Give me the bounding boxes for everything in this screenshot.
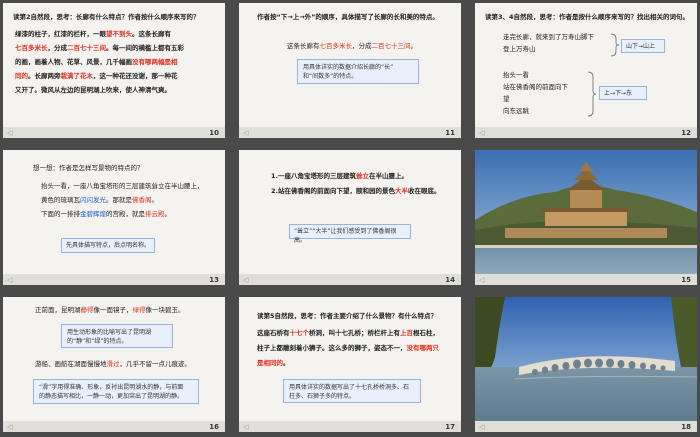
paragraph-line: 这座石桥有十七个桥洞，叫十七孔桥；桥栏杆上有上百根石柱， — [257, 329, 439, 337]
text-line: 抬头一看 — [503, 71, 529, 79]
speaker-icon: ◁ — [479, 423, 485, 431]
slide-number: 18 — [681, 423, 691, 431]
paragraph-line: 同的。长廊两旁栽满了花木，这一种花还没谢，那一种花 — [15, 72, 178, 80]
paragraph-line: 又开了。微风从左边的昆明湖上吹来，使人神清气爽。 — [15, 86, 171, 94]
paragraph-line: 黄色的琉璃瓦闪闪发光。那就是佛香阁。 — [41, 196, 158, 204]
paragraph-line: 的画，画着人物、花草、风景，几千幅画没有哪两幅是相 — [15, 58, 178, 66]
explanation-box: 用生动形象的比喻写出了昆明湖 的“静”和“绿”的特点。 — [61, 324, 173, 348]
answer-box: 山下→山上 — [621, 39, 665, 53]
slide-footer — [3, 274, 225, 285]
slide-number: 15 — [681, 276, 691, 284]
slide-footer — [475, 127, 697, 138]
text-line: 登上万寿山 — [503, 45, 536, 53]
slide-number: 10 — [209, 129, 219, 137]
text-line: 走完长廊，就来到了万寿山脚下 — [503, 33, 594, 41]
bracket-icon — [587, 71, 597, 117]
slide-footer — [239, 274, 461, 285]
text-line: 望 — [503, 95, 510, 103]
paragraph-line: 抬头一看，一座八角宝塔形的三层建筑耸立在半山腰上， — [41, 182, 204, 190]
slide-number: 14 — [445, 276, 455, 284]
paragraph-line: 是相同的。 — [257, 359, 290, 367]
slide-footer — [475, 274, 697, 285]
slide-title: 作者按“下→上→外”的顺序，具体描写了长廊的长和美的特点。 — [257, 13, 439, 21]
speaker-icon: ◁ — [479, 276, 485, 284]
slide-title: 读第2自然段，思考：长廊有什么特点？作者按什么顺序来写的？ — [13, 13, 200, 21]
text-line: 向东远眺 — [503, 107, 529, 115]
slide-number: 11 — [445, 129, 455, 137]
explanation-box: 先具体描写特点，后点明名称。 — [61, 238, 155, 253]
speaker-icon: ◁ — [243, 129, 249, 137]
speaker-icon: ◁ — [7, 129, 13, 137]
speaker-icon: ◁ — [7, 423, 13, 431]
paragraph-line: 1.一座八角宝塔形的三层建筑耸立在半山腰上。 — [271, 172, 408, 180]
paragraph-line: 这条长廊有七百多米长，分成二百七十三间。 — [287, 42, 417, 50]
slide-number: 16 — [209, 423, 219, 431]
slide-number: 13 — [209, 276, 219, 284]
explanation-box: 用具体详实的数据介绍长廊的“长” 和“间数多”的特点。 — [297, 59, 419, 84]
paragraph-line: 下面的一排排金碧辉煌的宫殿，就是排云殿。 — [41, 210, 171, 218]
paragraph-line: 柱子上都雕刻着小狮子。这么多的狮子，姿态不一，没有哪两只 — [257, 344, 439, 352]
bracket-icon — [610, 33, 620, 57]
slide-18[interactable]: ◁ 18 — [475, 297, 697, 432]
speaker-icon: ◁ — [243, 423, 249, 431]
slide-footer — [239, 127, 461, 138]
speaker-icon: ◁ — [7, 276, 13, 284]
slide-title: 读第3、4自然段，思考：作者是按什么顺序来写的？找出相关的词句。 — [485, 13, 690, 21]
slide-16[interactable]: 正前面，昆明湖静得像一面镜子，绿得像一块碧玉。 用生动形象的比喻写出了昆明湖 的… — [3, 297, 225, 432]
slide-10[interactable]: 读第2自然段，思考：长廊有什么特点？作者按什么顺序来写的？ 绿漆的柱子，红漆的栏… — [3, 3, 225, 138]
slide-number: 12 — [681, 129, 691, 137]
paragraph-line: 游船、画舫在湖面慢慢地滑过，几乎不留一点儿痕迹。 — [35, 360, 191, 368]
slide-footer — [3, 421, 225, 432]
slide-14[interactable]: 1.一座八角宝塔形的三层建筑耸立在半山腰上。 2.站在佛香阁的前面向下望，颐和园… — [239, 150, 461, 285]
slide-11[interactable]: 作者按“下→上→外”的顺序，具体描写了长廊的长和美的特点。 这条长廊有七百多米长… — [239, 3, 461, 138]
slide-15[interactable]: ◁ 15 — [475, 150, 697, 285]
slide-footer — [475, 421, 697, 432]
seventeen-arch-bridge-photo — [475, 297, 697, 421]
explanation-box: “耸立”“大半”让我们感受到了佛香阁很高。 — [289, 224, 411, 244]
slide-12[interactable]: 读第3、4自然段，思考：作者是按什么顺序来写的？找出相关的词句。 走完长廊，就来… — [475, 3, 697, 138]
summer-palace-photo — [475, 150, 697, 274]
slide-title: 读第5自然段，思考：作者主要介绍了什么景物？有什么特点？ — [257, 312, 438, 320]
slide-footer — [239, 421, 461, 432]
explanation-box: “滑”字用得准确、形象，反衬出昆明湖水的静，与前面 的静态描写相比，一静一动，更… — [33, 379, 199, 404]
answer-box: 上→下→东 — [599, 86, 647, 100]
paragraph-line: 正前面，昆明湖静得像一面镜子，绿得像一块碧玉。 — [35, 306, 185, 314]
text-line: 站在佛香阁的前面向下 — [503, 83, 568, 91]
paragraph-line: 绿漆的柱子，红漆的栏杆，一眼望不到头。这条长廊有 — [15, 30, 171, 38]
paragraph-line: 2.站在佛香阁的前面向下望，颐和园的景色大半收在眼底。 — [271, 187, 441, 195]
speaker-icon: ◁ — [243, 276, 249, 284]
slide-footer — [3, 127, 225, 138]
slide-17[interactable]: 读第5自然段，思考：作者主要介绍了什么景物？有什么特点？ 这座石桥有十七个桥洞，… — [239, 297, 461, 432]
slide-13[interactable]: 想一想：作者是怎样写景物的特点的？ 抬头一看，一座八角宝塔形的三层建筑耸立在半山… — [3, 150, 225, 285]
slide-number: 17 — [445, 423, 455, 431]
speaker-icon: ◁ — [479, 129, 485, 137]
paragraph-line: 七百多米长，分成二百七十三间。每一间的横槛上都有五彩 — [15, 44, 184, 52]
slide-title: 想一想：作者是怎样写景物的特点的？ — [33, 164, 144, 172]
explanation-box: 用具体详实的数据写出了十七孔桥桥洞多、石 柱多、石狮子多的特点。 — [283, 379, 421, 403]
